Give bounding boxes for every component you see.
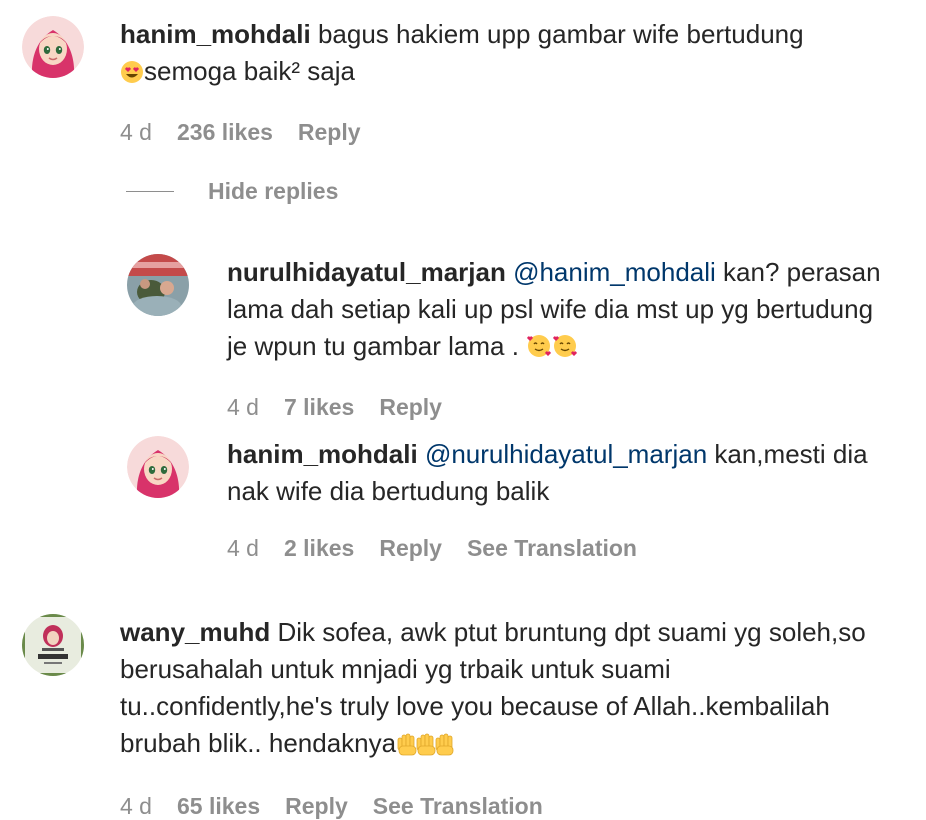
reply-item: hanim_mohdali @nurulhidayatul_marjan kan…	[127, 436, 897, 562]
reply-likes[interactable]: 2 likes	[284, 535, 354, 562]
avatar[interactable]	[127, 254, 189, 316]
reply-item: nurulhidayatul_marjan @hanim_mohdali kan…	[127, 254, 897, 421]
see-translation-button[interactable]: See Translation	[467, 535, 637, 562]
reply-username[interactable]: nurulhidayatul_marjan	[227, 257, 506, 287]
reply-meta: 4 d 2 likes Reply See Translation	[227, 535, 897, 562]
comment-item: hanim_mohdali bagus hakiem upp gambar wi…	[22, 16, 890, 146]
avatar[interactable]	[22, 16, 84, 78]
reply-text: hanim_mohdali @nurulhidayatul_marjan kan…	[227, 436, 897, 510]
reply-button[interactable]: Reply	[298, 119, 361, 146]
comment-likes[interactable]: 236 likes	[177, 119, 273, 146]
avatar-cartoon-girl-icon	[22, 16, 84, 78]
comment-item: wany_muhd Dik sofea, awk ptut bruntung d…	[22, 614, 890, 820]
reply-likes[interactable]: 7 likes	[284, 394, 354, 421]
reply-button[interactable]: Reply	[379, 394, 442, 421]
comment-text: wany_muhd Dik sofea, awk ptut bruntung d…	[120, 614, 890, 766]
smiling-face-hearts-icon	[526, 332, 580, 369]
comment-meta: 4 d 236 likes Reply	[120, 119, 890, 146]
divider-line	[126, 191, 174, 192]
mention-link[interactable]: @hanim_mohdali	[513, 257, 716, 287]
comment-username[interactable]: wany_muhd	[120, 617, 270, 647]
mention-link[interactable]: @nurulhidayatul_marjan	[425, 439, 707, 469]
reply-meta: 4 d 7 likes Reply	[227, 394, 897, 421]
avatar-photo-icon	[127, 254, 189, 316]
reply-text: nurulhidayatul_marjan @hanim_mohdali kan…	[227, 254, 897, 369]
avatar[interactable]	[22, 614, 84, 676]
reply-username[interactable]: hanim_mohdali	[227, 439, 418, 469]
reply-time: 4 d	[227, 535, 259, 561]
comment-username[interactable]: hanim_mohdali	[120, 19, 311, 49]
heart-eyes-icon	[120, 57, 144, 94]
reply-time: 4 d	[227, 394, 259, 420]
comment-time: 4 d	[120, 119, 152, 145]
comment-body: bagus hakiem upp gambar wife bertudung	[317, 19, 804, 49]
comment-body-continued: semoga baik² saja	[144, 56, 355, 86]
hide-replies-button[interactable]: Hide replies	[126, 178, 338, 205]
raised-hands-icon	[396, 729, 454, 766]
avatar-cartoon-girl-icon	[127, 436, 189, 498]
reply-button[interactable]: Reply	[379, 535, 442, 562]
comment-text: hanim_mohdali bagus hakiem upp gambar wi…	[120, 16, 890, 94]
hide-replies-label: Hide replies	[208, 178, 339, 204]
avatar-poster-icon	[22, 614, 84, 676]
avatar[interactable]	[127, 436, 189, 498]
